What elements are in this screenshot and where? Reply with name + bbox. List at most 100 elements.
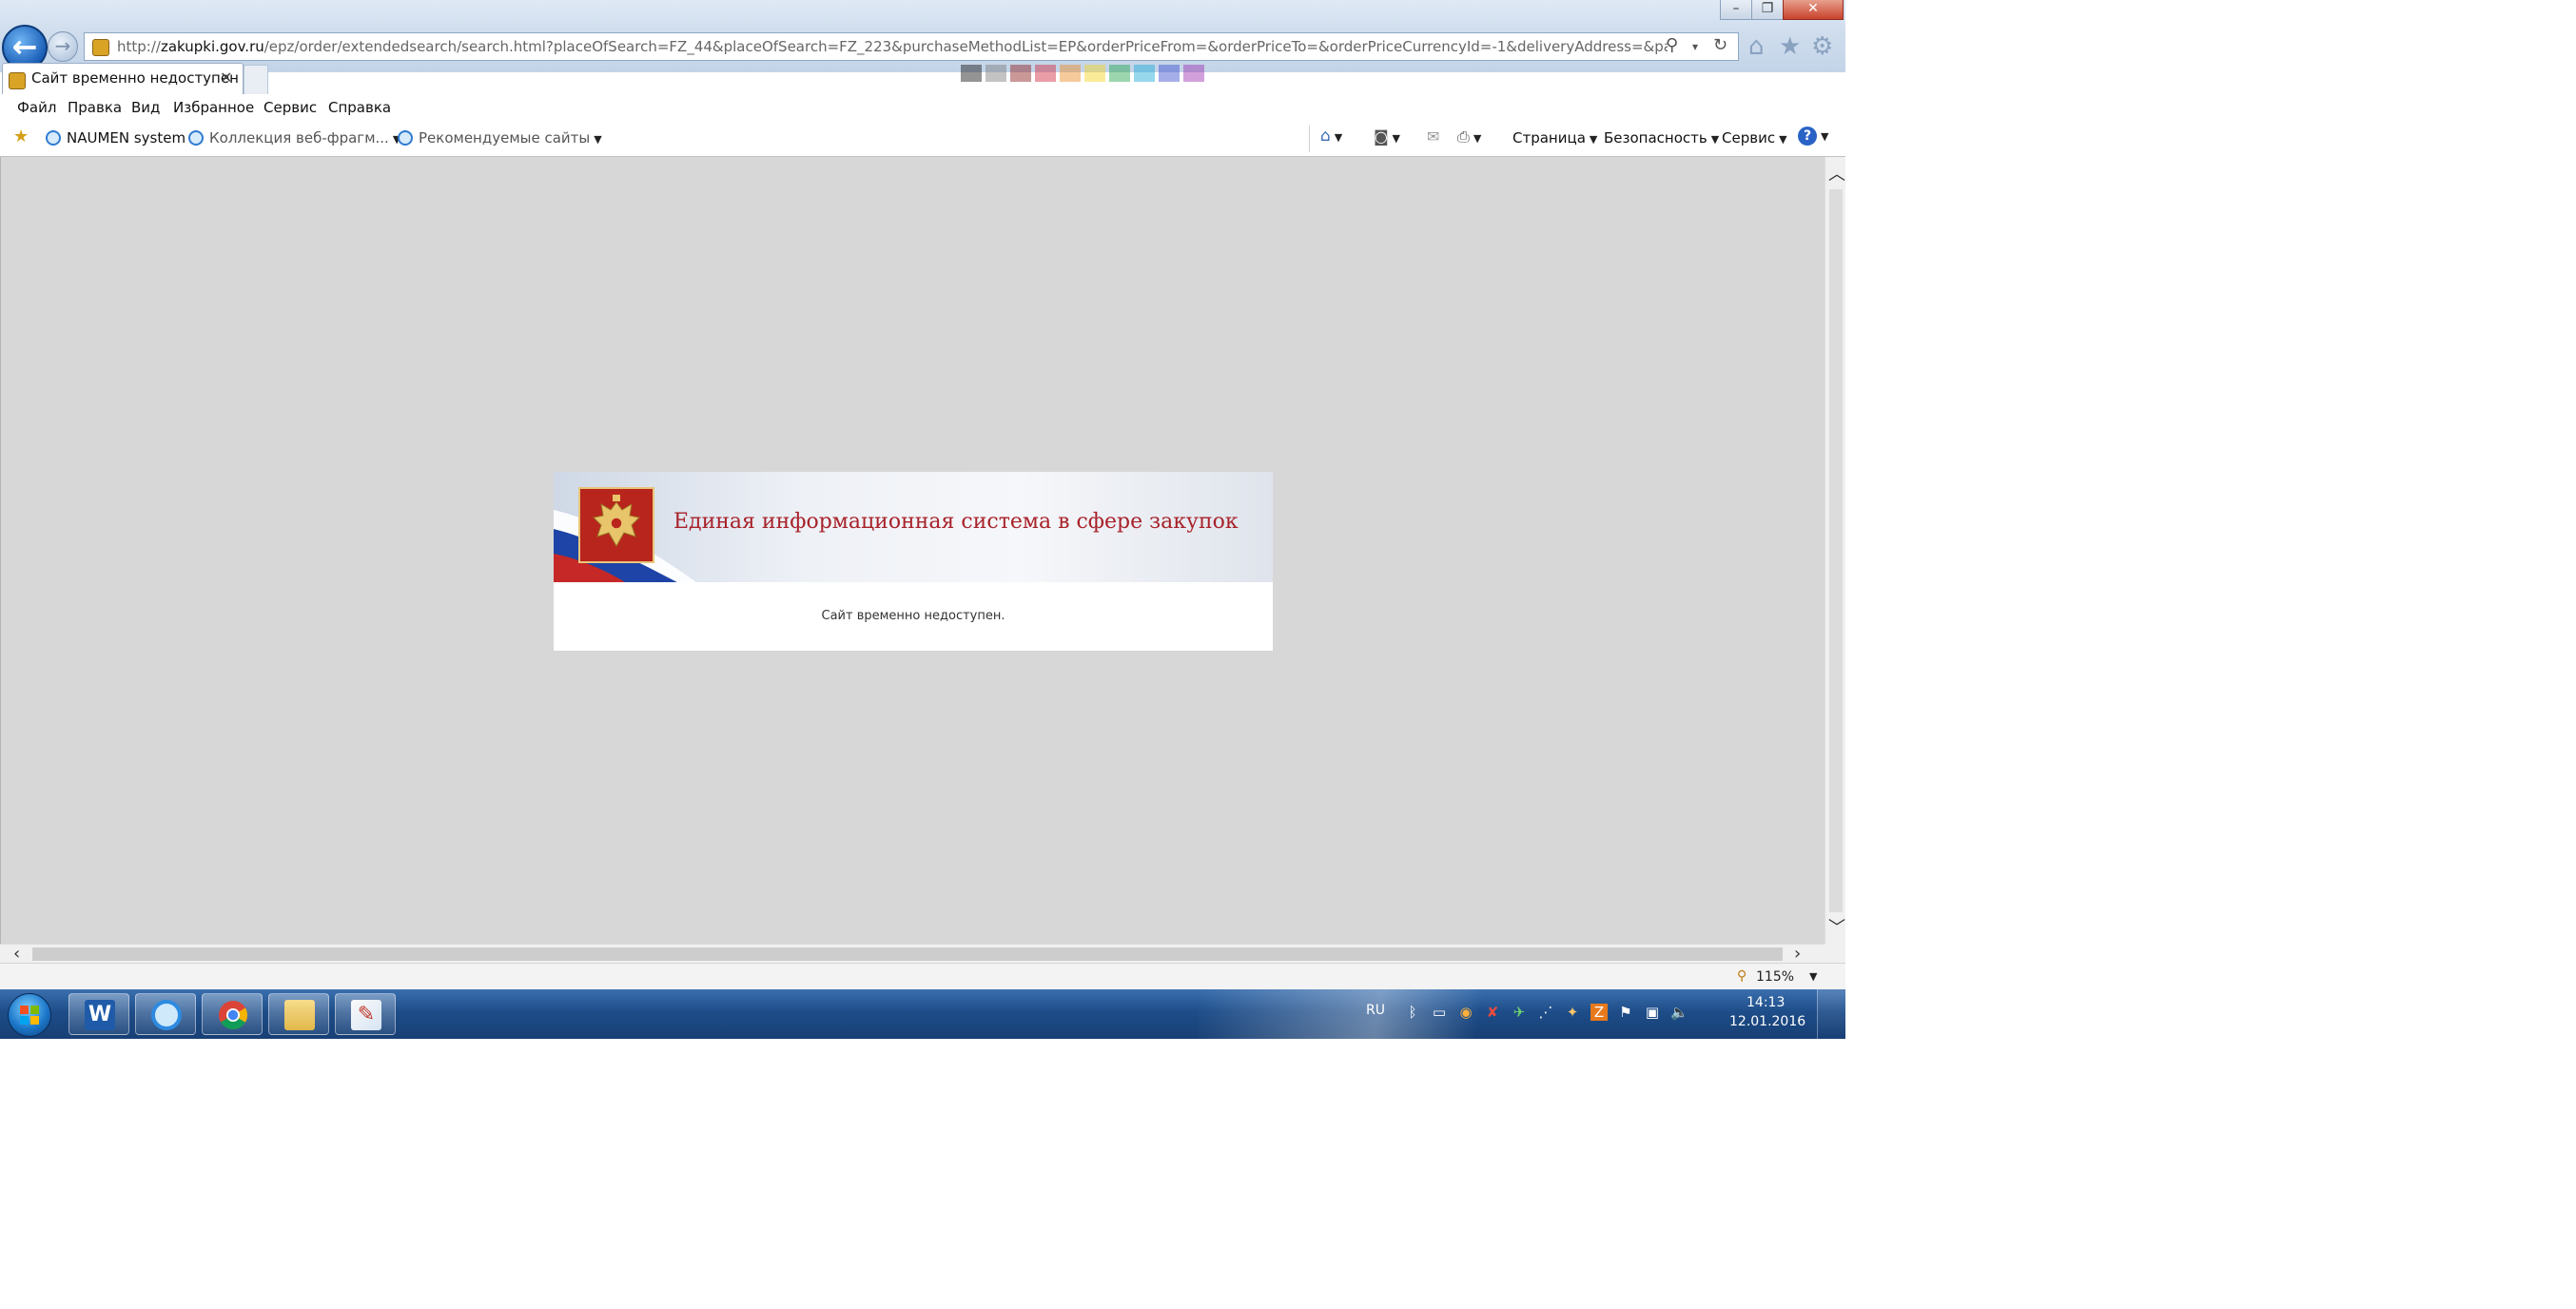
word-icon: W xyxy=(85,1000,115,1030)
gear-icon[interactable]: ⚙ xyxy=(1811,32,1833,61)
search-icon[interactable]: ⚲ xyxy=(1666,35,1678,55)
ie-page-icon xyxy=(398,130,413,146)
url-text[interactable]: http://zakupki.gov.ru/epz/order/extended… xyxy=(117,33,1668,60)
menu-bar: Файл Правка Вид Избранное Сервис Справка xyxy=(0,95,1845,122)
address-dropdown-icon[interactable]: ▾ xyxy=(1692,40,1698,53)
clock-time[interactable]: 14:13 xyxy=(1747,995,1785,1010)
refresh-icon[interactable]: ↻ xyxy=(1713,35,1727,55)
home-icon[interactable]: ⌂ xyxy=(1748,32,1765,61)
tray-app-icon[interactable]: ✈ xyxy=(1511,1004,1528,1021)
tray-app-icon[interactable]: Z xyxy=(1590,1004,1608,1021)
taskbar-word[interactable]: W xyxy=(68,993,129,1035)
zoom-level[interactable]: 115% xyxy=(1756,969,1794,985)
card-banner: Единая информационная система в сфере за… xyxy=(554,472,1273,582)
tray-app-icon[interactable]: ⋰ xyxy=(1537,1004,1554,1021)
ghost-swatch xyxy=(1134,65,1155,82)
menu-page[interactable]: Страница ▼ xyxy=(1512,129,1597,147)
horizontal-scrollbar[interactable]: ‹ › xyxy=(0,944,1825,964)
tray-app-icon[interactable]: ▭ xyxy=(1431,1004,1448,1021)
tab-close-icon[interactable]: ✕ xyxy=(220,68,232,87)
command-bar-separator xyxy=(1309,126,1310,152)
menu-tools-command[interactable]: Сервис ▼ xyxy=(1722,129,1787,147)
chevron-down-icon: ▼ xyxy=(1473,132,1482,145)
menu-page-label: Страница xyxy=(1512,129,1586,147)
chevron-down-icon: ▼ xyxy=(1392,132,1400,145)
horizontal-scroll-thumb[interactable] xyxy=(32,948,1783,961)
tray-app-icon[interactable]: ◉ xyxy=(1457,1004,1474,1021)
zoom-icon: ⚲ xyxy=(1737,968,1747,984)
minimize-button[interactable]: – xyxy=(1720,0,1752,20)
paint-icon: ✎ xyxy=(351,1000,381,1030)
menu-edit[interactable]: Правка xyxy=(68,99,122,116)
windows-taskbar: W ✎ RU ᛒ ▭ ◉ ✘ ✈ ⋰ ✦ Z ⚑ ▣ 🔈 14:13 12.01… xyxy=(0,989,1845,1039)
clock-date[interactable]: 12.01.2016 xyxy=(1729,1014,1805,1029)
ghost-swatch xyxy=(986,65,1006,82)
chevron-down-icon: ▼ xyxy=(1821,130,1829,143)
language-indicator[interactable]: RU xyxy=(1366,1003,1385,1018)
taskbar-explorer[interactable] xyxy=(268,993,329,1035)
tray-app-icon[interactable]: ✘ xyxy=(1484,1004,1501,1021)
chevron-down-icon[interactable]: ▼ xyxy=(1809,970,1817,983)
ghost-swatch xyxy=(961,65,982,82)
ghost-swatch xyxy=(1183,65,1204,82)
tab-active[interactable]: Сайт временно недоступен ✕ xyxy=(2,63,244,94)
chevron-down-icon: ▼ xyxy=(1779,133,1787,146)
show-desktop-button[interactable] xyxy=(1817,989,1845,1039)
print-icon[interactable]: ⎙ ▼ xyxy=(1457,127,1481,147)
vertical-scroll-thumb[interactable] xyxy=(1829,189,1843,912)
ghost-swatch xyxy=(1109,65,1130,82)
start-button[interactable] xyxy=(8,993,51,1037)
scroll-down-icon[interactable]: ﹀ xyxy=(1828,914,1845,939)
taskbar-paint[interactable]: ✎ xyxy=(335,993,396,1035)
ghost-swatch xyxy=(1060,65,1081,82)
menu-file[interactable]: Файл xyxy=(17,99,56,116)
vertical-scrollbar[interactable]: ︿ ﹀ xyxy=(1825,157,1845,944)
favorite-suggested-label: Рекомендуемые сайты xyxy=(419,129,591,147)
menu-security[interactable]: Безопасность ▼ xyxy=(1604,129,1719,147)
favorites-star-icon[interactable]: ★ xyxy=(1779,32,1801,61)
feeds-icon[interactable]: ◙ ▼ xyxy=(1374,127,1400,146)
tray-app-icon[interactable]: ✦ xyxy=(1564,1004,1581,1021)
menu-security-label: Безопасность xyxy=(1604,129,1708,147)
background-window-ghost xyxy=(0,0,1845,21)
unavailable-card: Единая информационная система в сфере за… xyxy=(554,472,1273,651)
chevron-down-icon: ▼ xyxy=(1589,133,1598,146)
menu-view[interactable]: Вид xyxy=(131,99,160,116)
menu-help[interactable]: Справка xyxy=(328,99,391,116)
forward-button[interactable]: → xyxy=(48,31,78,62)
menu-tools[interactable]: Сервис xyxy=(263,99,317,116)
add-favorite-star-icon[interactable]: ★ xyxy=(13,127,29,147)
favorite-suggested-sites[interactable]: Рекомендуемые сайты ▼ xyxy=(398,129,602,147)
ie-page-icon xyxy=(46,130,61,146)
browser-titlebar: – ❐ ✕ ← → http://zakupki.gov.ru/epz/orde… xyxy=(0,0,1845,72)
favorite-naumen[interactable]: NAUMEN system xyxy=(46,129,185,147)
ghost-swatch xyxy=(1035,65,1056,82)
bluetooth-icon[interactable]: ᛒ xyxy=(1404,1004,1421,1021)
windows-logo-icon xyxy=(20,1006,39,1025)
folder-icon xyxy=(284,1000,315,1030)
chevron-down-icon: ▼ xyxy=(594,133,602,146)
address-bar[interactable]: http://zakupki.gov.ru/epz/order/extended… xyxy=(84,32,1739,61)
home-icon[interactable]: ⌂ ▼ xyxy=(1320,127,1342,146)
new-tab-button[interactable] xyxy=(244,65,268,94)
scroll-right-icon[interactable]: › xyxy=(1794,944,1801,964)
volume-icon[interactable]: 🔈 xyxy=(1670,1004,1688,1021)
close-window-button[interactable]: ✕ xyxy=(1783,0,1844,20)
maximize-button[interactable]: ❐ xyxy=(1751,0,1784,20)
network-icon[interactable]: ▣ xyxy=(1644,1004,1661,1021)
scroll-up-icon[interactable]: ︿ xyxy=(1828,161,1845,186)
ghost-swatch xyxy=(1010,65,1031,82)
taskbar-chrome[interactable] xyxy=(202,993,263,1035)
chevron-down-icon: ▼ xyxy=(1710,133,1720,146)
favorite-webslice-label: Коллекция веб-фрагм... xyxy=(209,129,389,147)
scroll-corner xyxy=(1825,944,1845,963)
tab-label: Сайт временно недоступен xyxy=(31,69,239,87)
menu-favorites[interactable]: Избранное xyxy=(173,99,254,116)
help-icon-glyph: ? xyxy=(1798,127,1817,146)
help-icon[interactable]: ? ▼ xyxy=(1798,127,1828,146)
taskbar-internet-explorer[interactable] xyxy=(135,993,196,1035)
action-center-flag-icon[interactable]: ⚑ xyxy=(1617,1004,1634,1021)
mail-icon[interactable]: ✉ xyxy=(1427,127,1439,146)
scroll-left-icon[interactable]: ‹ xyxy=(13,944,20,964)
favorite-webslice-gallery[interactable]: Коллекция веб-фрагм... ▼ xyxy=(188,129,400,147)
